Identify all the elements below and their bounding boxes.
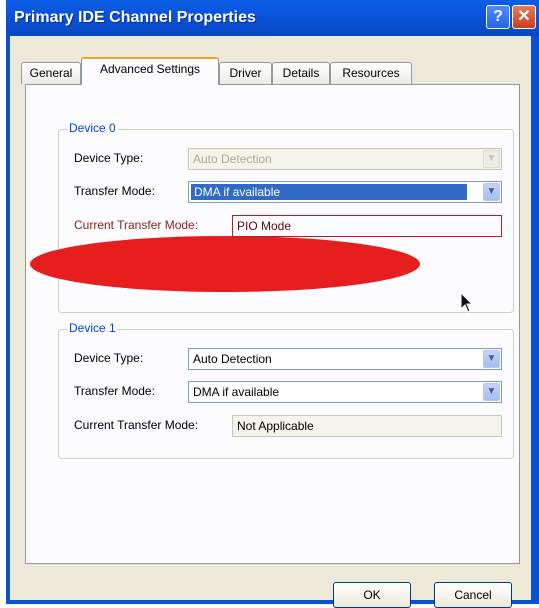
device-0-transfer-mode-select[interactable]: DMA if available ▼ [188,181,502,203]
dialog-window: Primary IDE Channel Properties ? ✕ Gener… [6,0,539,608]
red-highlight-ellipse [30,236,420,292]
device-0-group-label: Device 0 [67,121,118,135]
advanced-settings-panel: Device 0 Device Type: Auto Detection ▼ T… [25,84,520,564]
chevron-down-icon: ▼ [483,383,500,401]
device-1-type-label: Device Type: [74,351,144,365]
device-0-current-mode-field: PIO Mode [232,215,502,237]
window-title: Primary IDE Channel Properties [14,9,256,26]
device-1-group-label: Device 1 [67,321,118,335]
help-button[interactable]: ? [486,5,510,29]
device-1-type-select[interactable]: Auto Detection ▼ [188,348,502,370]
cancel-button[interactable]: Cancel [434,582,512,608]
tab-details[interactable]: Details [272,62,330,84]
device-1-transfer-mode-value: DMA if available [193,385,280,399]
mouse-pointer-icon [460,292,474,313]
device-0-transfer-mode-value: DMA if available [191,184,467,200]
ok-button[interactable]: OK [333,582,411,608]
tab-driver[interactable]: Driver [219,62,272,84]
device-0-type-value: Auto Detection [193,152,272,166]
device-0-type-label: Device Type: [74,151,144,165]
chevron-down-icon: ▼ [483,150,500,168]
tab-advanced-settings[interactable]: Advanced Settings [81,57,219,85]
dialog-body: General Advanced Settings Driver Details… [10,36,531,608]
tab-general[interactable]: General [21,62,81,84]
title-bar[interactable]: Primary IDE Channel Properties ? ✕ [6,0,539,36]
device-0-current-mode-value: PIO Mode [237,219,292,233]
chevron-down-icon: ▼ [483,350,500,368]
device-1-current-mode-value: Not Applicable [237,419,314,433]
close-button[interactable]: ✕ [512,5,536,29]
chevron-down-icon: ▼ [483,183,500,201]
device-1-current-mode-label: Current Transfer Mode: [74,418,199,432]
device-1-current-mode-field: Not Applicable [232,415,502,437]
device-0-transfer-mode-label: Transfer Mode: [74,184,155,198]
device-1-transfer-mode-select[interactable]: DMA if available ▼ [188,381,502,403]
device-0-current-mode-label: Current Transfer Mode: [74,218,199,232]
tab-resources[interactable]: Resources [330,62,412,84]
device-0-type-select[interactable]: Auto Detection ▼ [188,148,502,170]
device-1-type-value: Auto Detection [193,352,272,366]
device-1-transfer-mode-label: Transfer Mode: [74,384,155,398]
